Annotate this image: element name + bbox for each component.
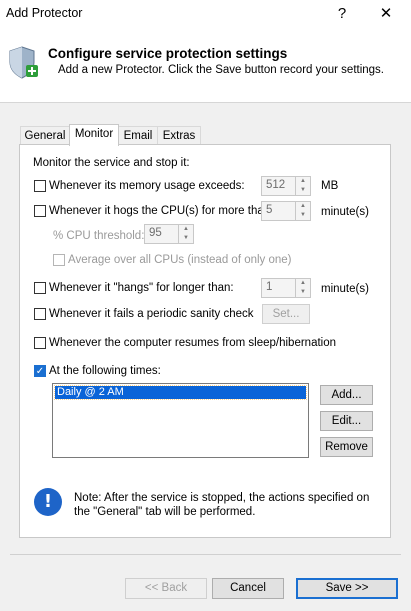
cpu-label: Whenever it hogs the CPU(s) for more tha… [49,205,274,217]
spin-down-icon[interactable]: ▼ [179,234,193,243]
spin-down-icon[interactable]: ▼ [296,288,310,297]
spin-down-icon[interactable]: ▼ [296,211,310,220]
average-cpus-label: Average over all CPUs (instead of only o… [68,254,292,266]
close-icon: ✕ [379,5,393,22]
spin-up-icon[interactable]: ▲ [296,202,310,211]
shield-plus-icon [9,46,38,79]
sanity-checkbox[interactable] [34,308,46,320]
cpu-threshold-spinner[interactable]: 95 ▲ ▼ [144,224,194,244]
add-time-button[interactable]: Add... [320,385,373,405]
cancel-button[interactable]: Cancel [212,578,284,599]
close-button[interactable]: ✕ [366,0,406,28]
resume-checkbox[interactable] [34,337,46,349]
window-title: Add Protector [6,6,83,20]
spin-down-icon[interactable]: ▼ [296,186,310,195]
tab-general[interactable]: General [20,126,70,146]
sanity-label: Whenever it fails a periodic sanity chec… [49,308,254,320]
note-text: Note: After the service is stopped, the … [74,492,370,518]
times-label: At the following times: [49,365,161,377]
hangs-label: Whenever it "hangs" for longer than: [49,282,234,294]
cpu-threshold-label: % CPU threshold: [53,230,145,242]
info-icon: ! [34,488,62,516]
tab-email[interactable]: Email [118,126,158,146]
remove-time-button[interactable]: Remove [320,437,373,457]
footer-divider [10,554,401,555]
cpu-threshold-value: 95 [149,227,162,239]
monitor-intro-label: Monitor the service and stop it: [33,157,190,169]
cpu-value: 5 [266,204,273,216]
memory-label: Whenever its memory usage exceeds: [49,180,245,192]
average-cpus-checkbox[interactable] [53,254,65,266]
help-button[interactable]: ? [322,0,362,28]
list-item[interactable]: Daily @ 2 AM [54,385,307,400]
spin-up-icon[interactable]: ▲ [296,279,310,288]
tab-extras[interactable]: Extras [157,126,201,146]
memory-checkbox[interactable] [34,180,46,192]
spin-up-icon[interactable]: ▲ [296,177,310,186]
back-button[interactable]: << Back [125,578,207,599]
hangs-unit: minute(s) [321,283,369,295]
title-bar: Add Protector ? ✕ [0,0,411,28]
times-checkbox[interactable]: ✓ [34,365,46,377]
header-title: Configure service protection settings [48,46,288,61]
sanity-set-button[interactable]: Set... [262,304,310,324]
cpu-checkbox[interactable] [34,205,46,217]
memory-value: 512 [266,179,286,191]
resume-label: Whenever the computer resumes from sleep… [49,337,337,349]
edit-time-button[interactable]: Edit... [320,411,373,431]
hangs-spinner[interactable]: 1 ▲ ▼ [261,278,311,298]
hangs-value: 1 [266,281,273,293]
cpu-unit: minute(s) [321,206,369,218]
hangs-checkbox[interactable] [34,282,46,294]
save-button[interactable]: Save >> [296,578,398,599]
memory-spinner[interactable]: 512 ▲ ▼ [261,176,311,196]
cpu-spinner[interactable]: 5 ▲ ▼ [261,201,311,221]
memory-unit: MB [321,180,339,192]
tab-monitor[interactable]: Monitor [69,124,119,146]
spin-up-icon[interactable]: ▲ [179,225,193,234]
header-subtitle: Add a new Protector. Click the Save butt… [58,64,385,76]
times-listbox[interactable]: Daily @ 2 AM [52,383,309,458]
